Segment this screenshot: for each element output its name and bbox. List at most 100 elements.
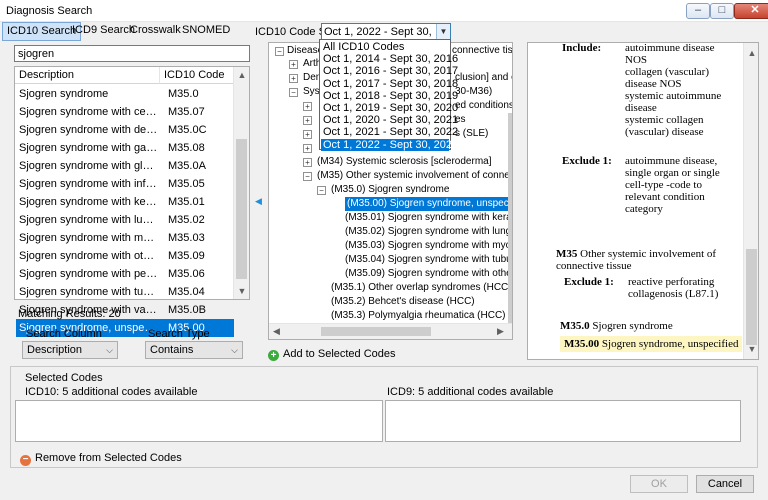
- table-row[interactable]: Sjogren syndrome with peripheral n... M35…: [16, 265, 234, 283]
- add-to-selected-button[interactable]: + Add to Selected Codes: [268, 346, 396, 362]
- expand-icon[interactable]: +: [289, 74, 298, 83]
- minimize-button[interactable]: –: [686, 3, 710, 19]
- column-header-description[interactable]: Description: [15, 67, 160, 84]
- tab-crosswalk[interactable]: Crosswalk: [126, 22, 185, 41]
- tree-node-leaf[interactable]: (M35.00) Sjogren syndrome, unspecified: [345, 197, 512, 211]
- exclude2-line-1: reactive perforating: [628, 276, 715, 288]
- tree-node-leaf[interactable]: (M35.01) Sjogren syndrome with keratocon: [345, 211, 512, 225]
- tree-node-leaf[interactable]: (M35.09) Sjogren syndrome with other org…: [345, 267, 512, 281]
- scroll-up-icon[interactable]: ▲: [234, 67, 250, 83]
- remove-icon: −: [20, 455, 31, 466]
- expand-icon[interactable]: +: [303, 130, 312, 139]
- table-row[interactable]: Sjogren syndrome with lung involve... M35…: [16, 211, 234, 229]
- table-row[interactable]: Sjogren syndrome M35.0: [16, 85, 234, 103]
- tree-node-leaf[interactable]: (M35.02) Sjogren syndrome with lung invo…: [345, 225, 512, 239]
- maximize-button[interactable]: □: [710, 3, 734, 19]
- tree-vscroll-thumb[interactable]: [508, 113, 512, 323]
- include-line: disease: [625, 102, 657, 114]
- icd9-selected-list[interactable]: [385, 400, 741, 442]
- search-input[interactable]: [14, 45, 250, 62]
- scroll-thumb[interactable]: [236, 139, 247, 279]
- results-scrollbar[interactable]: ▲ ▼: [233, 67, 249, 299]
- table-row[interactable]: Sjogren syndrome with dental invol... M35…: [16, 121, 234, 139]
- search-type-select[interactable]: Contains ⌵: [145, 341, 243, 359]
- tree-node-leaf[interactable]: (M35.04) Sjogren syndrome with tubulo-in…: [345, 253, 512, 267]
- collapse-icon[interactable]: −: [317, 186, 326, 195]
- codeset-option[interactable]: Oct 1, 2018 - Sept 30, 2019: [321, 90, 458, 102]
- tree-node-m34[interactable]: (M34) Systemic sclerosis [scleroderma]: [317, 155, 491, 169]
- table-row[interactable]: Sjogren syndrome with gastrointesti... M3…: [16, 139, 234, 157]
- scroll-down-icon[interactable]: ▼: [744, 341, 758, 357]
- search-column-label: Search Column: [26, 328, 102, 340]
- table-row[interactable]: Sjogren syndrome with tubulo-inters... M3…: [16, 283, 234, 301]
- expand-icon[interactable]: +: [303, 116, 312, 125]
- row-code: M35.06: [168, 268, 205, 280]
- row-description: Sjogren syndrome: [19, 88, 109, 100]
- m35-00-heading: M35.00 Sjogren syndrome, unspecified: [564, 338, 739, 350]
- scroll-left-icon[interactable]: ◀: [273, 326, 280, 337]
- scroll-right-icon[interactable]: ▶: [497, 326, 504, 337]
- codeset-option[interactable]: Oct 1, 2016 - Sept 30, 2017: [321, 65, 458, 77]
- search-column-value: Description: [27, 344, 83, 356]
- tree-node-sibling[interactable]: (M35.1) Other overlap syndromes (HCC): [331, 281, 512, 295]
- tree-hscrollbar[interactable]: ◀ ▶: [269, 323, 512, 339]
- include-line: NOS: [625, 54, 648, 66]
- table-row[interactable]: Sjogren syndrome with inflammatory... M35…: [16, 175, 234, 193]
- cancel-button[interactable]: Cancel: [696, 475, 754, 493]
- scroll-down-icon[interactable]: ▼: [234, 283, 250, 299]
- remove-from-selected-button[interactable]: − Remove from Selected Codes: [20, 452, 182, 466]
- collapse-icon[interactable]: −: [289, 88, 298, 97]
- collapse-icon[interactable]: −: [275, 47, 284, 56]
- tree-node-sibling[interactable]: (M35.2) Behcet's disease (HCC): [331, 295, 475, 309]
- row-code: M35.0: [168, 88, 199, 100]
- icd10-selected-list[interactable]: [15, 400, 383, 442]
- codeset-option[interactable]: Oct 1, 2017 - Sept 30, 2018: [321, 78, 458, 90]
- tree-node-related-conditions[interactable]: ed conditions: [455, 99, 512, 113]
- chevron-down-icon[interactable]: ▼: [436, 24, 450, 40]
- code-detail-pane: Include: autoimmune disease NOS collagen (…: [527, 42, 759, 360]
- codeset-option[interactable]: Oct 1, 2022 - Sept 30, 2023: [321, 138, 458, 151]
- tree-node-sibling[interactable]: (M35.3) Polymyalgia rheumatica (HCC): [331, 309, 506, 323]
- search-type-label: Search Type: [148, 328, 210, 340]
- column-header-code[interactable]: ICD10 Code: [160, 67, 234, 84]
- table-row[interactable]: Sjogren syndrome with myopathy M35.03: [16, 229, 234, 247]
- scroll-up-icon[interactable]: ▲: [744, 45, 758, 61]
- codeset-option[interactable]: Oct 1, 2019 - Sept 30, 2020: [321, 102, 458, 114]
- scroll-thumb[interactable]: [746, 249, 757, 345]
- row-description: Sjogren syndrome with inflammatory...: [19, 178, 159, 190]
- expand-icon[interactable]: +: [303, 144, 312, 153]
- close-button[interactable]: ✕: [734, 3, 768, 19]
- collapse-left-icon[interactable]: ◀: [255, 196, 263, 206]
- ok-button[interactable]: OK: [630, 475, 688, 493]
- add-icon: +: [268, 350, 279, 361]
- expand-icon[interactable]: +: [289, 60, 298, 69]
- exclude-label: Exclude 1:: [562, 155, 612, 167]
- tree-node-m35[interactable]: (M35) Other systemic involvement of conn…: [317, 169, 512, 183]
- include-label: Include:: [562, 42, 602, 54]
- scroll-thumb[interactable]: [321, 327, 431, 336]
- row-description: Sjogren syndrome with gastrointesti...: [19, 142, 159, 154]
- table-row[interactable]: Sjogren syndrome with other organ i... M3…: [16, 247, 234, 265]
- table-row[interactable]: Sjogren syndrome with central nerv... M35…: [16, 103, 234, 121]
- results-table: Description ICD10 Code Sjogren syndrome M…: [14, 66, 250, 337]
- table-row[interactable]: Sjogren syndrome with keratoconju... M35.…: [16, 193, 234, 211]
- row-code: M35.0B: [168, 304, 206, 316]
- row-description: Sjogren syndrome with central nerv...: [19, 106, 159, 118]
- tab-snomed[interactable]: SNOMED: [178, 22, 234, 41]
- expand-icon[interactable]: +: [303, 158, 312, 167]
- tree-node-sle[interactable]: s (SLE): [455, 127, 488, 141]
- tree-node-leaf[interactable]: (M35.03) Sjogren syndrome with myopathy: [345, 239, 512, 253]
- tree-node-m35-0[interactable]: (M35.0) Sjogren syndrome: [331, 183, 449, 197]
- detail-scrollbar[interactable]: ▲ ▼: [743, 43, 758, 359]
- expand-icon[interactable]: +: [303, 102, 312, 111]
- table-row[interactable]: Sjogren syndrome with glomerular di... M3…: [16, 157, 234, 175]
- search-column-select[interactable]: Description ⌵: [22, 341, 118, 359]
- codeset-option[interactable]: Oct 1, 2021 - Sept 30, 2022: [321, 126, 458, 138]
- include-line: disease NOS: [625, 78, 682, 90]
- exclude-line: relevant condition: [625, 191, 705, 203]
- codeset-option[interactable]: Oct 1, 2020 - Sept 30, 2021: [321, 114, 458, 126]
- codeset-option[interactable]: All ICD10 Codes: [321, 41, 449, 53]
- row-code: M35.02: [168, 214, 205, 226]
- codeset-option[interactable]: Oct 1, 2014 - Sept 30, 2016: [321, 53, 458, 65]
- collapse-icon[interactable]: −: [303, 172, 312, 181]
